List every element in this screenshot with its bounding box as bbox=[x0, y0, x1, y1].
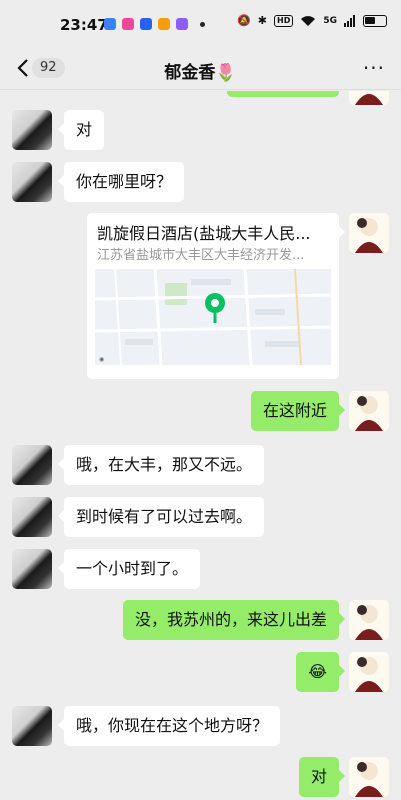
chat-header: 92 郁金香🌷 ··· bbox=[0, 48, 401, 90]
location-map-preview[interactable]: ◉ bbox=[95, 269, 331, 365]
message-list[interactable]: 对 你在哪里呀？ 凯旋假日酒店(盐城大丰人民... 江苏省盐城市大丰区大丰经济开… bbox=[0, 91, 401, 800]
mute-vibrate-icon: 🔕 bbox=[237, 14, 251, 27]
notification-icons bbox=[104, 18, 205, 30]
bluetooth-icon: ✱ bbox=[257, 14, 267, 27]
contact-avatar[interactable] bbox=[12, 549, 52, 589]
outgoing-message[interactable]: 😂 bbox=[296, 652, 345, 692]
contact-avatar[interactable] bbox=[12, 445, 52, 485]
network-type: 5G bbox=[323, 15, 337, 26]
hd-icon: HD bbox=[274, 14, 294, 27]
my-avatar[interactable] bbox=[349, 391, 389, 431]
more-notifications-dot bbox=[200, 21, 205, 27]
wifi-icon bbox=[301, 15, 316, 26]
my-avatar[interactable] bbox=[349, 757, 389, 797]
app-notification-icon bbox=[104, 18, 116, 30]
app-notification-icon bbox=[158, 18, 170, 30]
outgoing-message[interactable]: 在这附近 bbox=[250, 391, 346, 431]
incoming-message[interactable]: 对 bbox=[57, 110, 105, 150]
signal-icon bbox=[344, 14, 355, 27]
system-indicators: 🔕 ✱ HD 5G bbox=[237, 14, 387, 27]
my-avatar[interactable] bbox=[349, 600, 389, 640]
contact-avatar[interactable] bbox=[12, 497, 52, 537]
incoming-message[interactable]: 一个小时到了。 bbox=[57, 549, 201, 589]
contact-avatar[interactable] bbox=[12, 706, 52, 746]
outgoing-message[interactable]: 没，我苏州的，来这儿出差 bbox=[122, 600, 346, 640]
outgoing-message[interactable]: 对 bbox=[298, 757, 346, 797]
app-notification-icon bbox=[176, 18, 188, 30]
chat-title: 郁金香🌷 bbox=[164, 63, 237, 83]
location-message-card[interactable]: 凯旋假日酒店(盐城大丰人民... 江苏省盐城市大丰区大丰经济开发... ◉ bbox=[87, 213, 345, 379]
previous-message-bubble[interactable] bbox=[227, 91, 339, 97]
more-options-icon[interactable]: ··· bbox=[363, 56, 385, 80]
status-bar: 23:47 🔕 ✱ HD 5G bbox=[0, 0, 401, 48]
incoming-message[interactable]: 哦，在大丰，那又不远。 bbox=[57, 445, 265, 485]
contact-avatar[interactable] bbox=[12, 162, 52, 202]
contact-avatar[interactable] bbox=[12, 110, 52, 150]
location-address: 江苏省盐城市大丰区大丰经济开发... bbox=[97, 248, 305, 263]
my-avatar[interactable] bbox=[349, 652, 389, 692]
location-name: 凯旋假日酒店(盐城大丰人民... bbox=[97, 224, 311, 243]
incoming-message[interactable]: 哦，你现在在这个地方呀？ bbox=[57, 706, 281, 746]
incoming-message[interactable]: 到时候有了可以过去啊。 bbox=[57, 497, 265, 537]
incoming-message[interactable]: 你在哪里呀？ bbox=[57, 162, 185, 202]
app-notification-icon bbox=[140, 18, 152, 30]
my-avatar[interactable] bbox=[349, 213, 389, 253]
battery-icon bbox=[363, 14, 387, 27]
map-attribution: ◉ bbox=[99, 356, 104, 363]
my-avatar[interactable] bbox=[349, 91, 389, 105]
status-time: 23:47 bbox=[60, 16, 108, 34]
app-notification-icon bbox=[122, 18, 134, 30]
